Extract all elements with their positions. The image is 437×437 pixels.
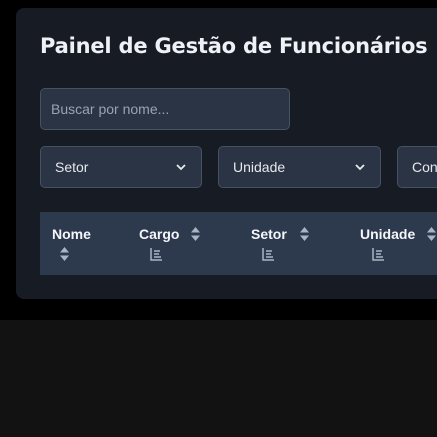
filter-third-label: Con — [412, 159, 437, 175]
column-label-cargo: Cargo — [139, 226, 180, 242]
sort-icon[interactable] — [59, 246, 70, 262]
filter-third-select[interactable]: Con — [397, 146, 437, 188]
column-label-setor: Setor — [251, 226, 287, 242]
filter-unidade-label: Unidade — [233, 159, 286, 175]
column-label-unidade: Unidade — [360, 226, 416, 242]
table-header: Nome Cargo Setor Unidade — [40, 212, 437, 275]
column-header-setor[interactable]: Setor — [251, 226, 287, 242]
page-title: Painel de Gestão de Funcionários — [40, 34, 428, 58]
column-label-nome: Nome — [52, 226, 91, 242]
filter-setor-select[interactable]: Setor — [40, 146, 202, 188]
column-header-unidade[interactable]: Unidade — [360, 226, 415, 242]
filter-icon[interactable] — [371, 247, 385, 261]
chevron-down-icon — [355, 164, 365, 171]
search-input[interactable] — [40, 88, 290, 130]
employee-panel: Painel de Gestão de Funcionários Setor U… — [16, 8, 437, 299]
filter-unidade-select[interactable]: Unidade — [218, 146, 381, 188]
filter-icon[interactable] — [149, 247, 163, 261]
chevron-down-icon — [176, 164, 186, 171]
filter-setor-label: Setor — [55, 159, 89, 175]
sort-icon[interactable] — [299, 226, 310, 242]
sort-icon[interactable] — [190, 226, 201, 242]
sort-icon[interactable] — [426, 226, 437, 242]
column-header-cargo[interactable]: Cargo — [139, 226, 179, 242]
filter-icon[interactable] — [261, 247, 275, 261]
column-header-nome[interactable]: Nome — [52, 226, 91, 242]
